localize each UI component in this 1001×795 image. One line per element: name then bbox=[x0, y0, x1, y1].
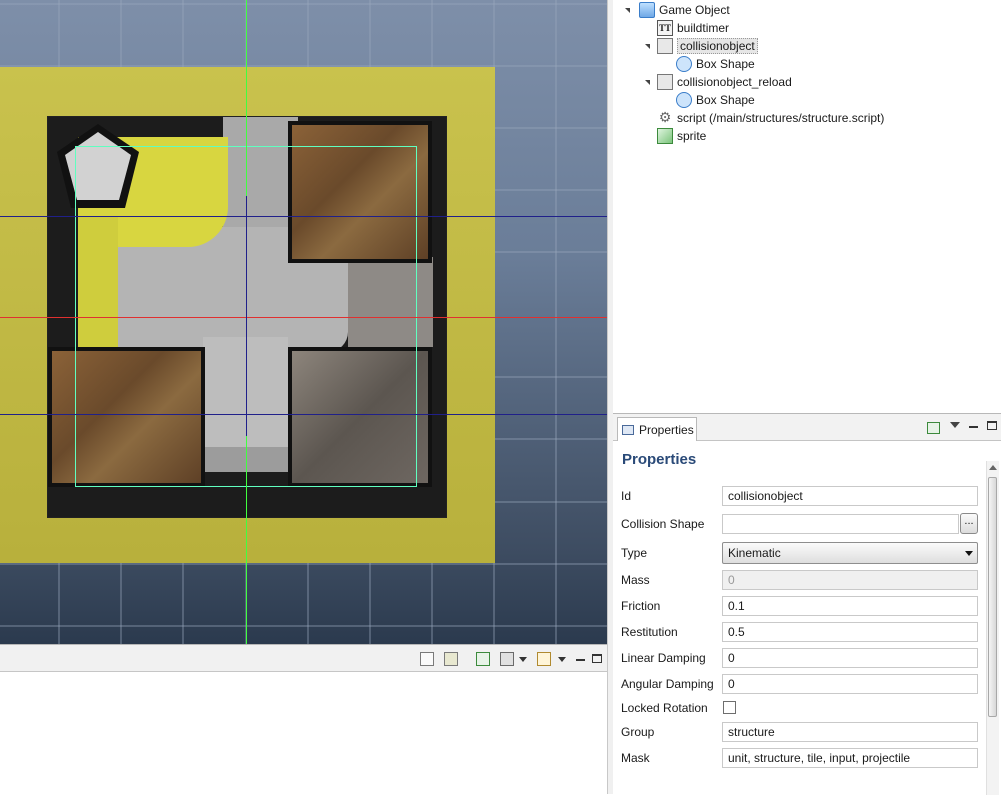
locked-rotation-label: Locked Rotation bbox=[621, 701, 708, 715]
tree-item-label: buildtimer bbox=[677, 21, 730, 35]
minimize-icon[interactable] bbox=[969, 426, 978, 428]
tree-item-collisionobject-reload[interactable]: collisionobject_reload bbox=[645, 73, 792, 91]
guide-line-top bbox=[0, 216, 607, 217]
tab-properties[interactable]: Properties bbox=[617, 417, 697, 441]
tab-label: Properties bbox=[639, 422, 694, 437]
group-label: Group bbox=[621, 725, 655, 739]
collision-shape-browse-button[interactable]: ... bbox=[960, 513, 978, 534]
sprite-icon bbox=[657, 128, 673, 144]
console-toolbar bbox=[0, 644, 607, 672]
minimize-icon[interactable] bbox=[576, 659, 585, 661]
id-label: Id bbox=[621, 489, 632, 503]
tree-item-label: script (/main/structures/structure.scrip… bbox=[677, 111, 885, 125]
scroll-up-icon[interactable] bbox=[989, 465, 997, 470]
maximize-icon[interactable] bbox=[987, 421, 997, 430]
angular-damping-field[interactable]: 0 bbox=[722, 674, 978, 694]
tree-collapse-icon[interactable] bbox=[645, 43, 650, 49]
properties-panel: Properties Properties Id collisionobject… bbox=[613, 413, 1001, 795]
properties-scrollbar[interactable] bbox=[986, 461, 999, 795]
clear-console-icon[interactable] bbox=[420, 652, 434, 666]
tree-item-collisionobject[interactable]: collisionobject bbox=[645, 37, 758, 55]
scene-viewport[interactable] bbox=[0, 0, 607, 644]
cube-icon bbox=[639, 2, 655, 18]
outline-panel: Game Object TT buildtimer collisionobjec… bbox=[613, 0, 1001, 413]
tree-item-sprite[interactable]: sprite bbox=[657, 127, 706, 145]
type-label: Type bbox=[621, 546, 648, 560]
box-shape-icon bbox=[676, 56, 692, 72]
collision-object-icon bbox=[657, 38, 673, 54]
box-shape-icon bbox=[676, 92, 692, 108]
pivot-vertical bbox=[246, 196, 247, 436]
friction-field[interactable]: 0.1 bbox=[722, 596, 978, 616]
scroll-lock-icon[interactable] bbox=[444, 652, 458, 666]
type-select[interactable]: Kinematic bbox=[722, 542, 978, 564]
open-console-icon[interactable] bbox=[537, 652, 551, 666]
restitution-label: Restitution bbox=[621, 625, 678, 639]
tree-item-label: collisionobject bbox=[677, 38, 758, 54]
view-menu-icon[interactable] bbox=[950, 422, 960, 428]
type-select-value: Kinematic bbox=[728, 546, 781, 560]
id-field[interactable]: collisionobject bbox=[722, 486, 978, 506]
guide-line-bottom bbox=[0, 414, 607, 415]
locked-rotation-checkbox[interactable] bbox=[723, 701, 736, 714]
tree-collapse-icon[interactable] bbox=[625, 7, 630, 13]
angular-damping-label: Angular Damping bbox=[621, 677, 714, 691]
console-panel bbox=[0, 644, 607, 794]
tree-collapse-icon[interactable] bbox=[645, 79, 650, 85]
collision-shape-label: Collision Shape bbox=[621, 517, 705, 531]
display-console-icon[interactable] bbox=[500, 652, 514, 666]
gear-icon: ⚙ bbox=[658, 110, 672, 126]
mass-field: 0 bbox=[722, 570, 978, 590]
mask-field[interactable]: unit, structure, tile, input, projectile bbox=[722, 748, 978, 768]
tree-item-buildtimer[interactable]: TT buildtimer bbox=[657, 19, 729, 37]
pin-console-icon[interactable] bbox=[476, 652, 490, 666]
tree-item-label: Box Shape bbox=[696, 93, 755, 107]
tree-item-game-object[interactable]: Game Object bbox=[625, 1, 730, 19]
maximize-icon[interactable] bbox=[592, 654, 602, 663]
restitution-field[interactable]: 0.5 bbox=[722, 622, 978, 642]
mask-label: Mask bbox=[621, 751, 650, 765]
friction-label: Friction bbox=[621, 599, 661, 613]
collision-shape-field[interactable] bbox=[722, 514, 959, 534]
tree-item-box-shape[interactable]: Box Shape bbox=[676, 91, 755, 109]
tree-item-label: sprite bbox=[677, 129, 707, 143]
open-console-dropdown-icon[interactable] bbox=[558, 657, 566, 662]
scrollbar-thumb[interactable] bbox=[988, 477, 997, 717]
text-tt-icon: TT bbox=[657, 20, 673, 36]
properties-title: Properties bbox=[622, 451, 697, 468]
chevron-down-icon bbox=[965, 551, 973, 556]
group-field[interactable]: structure bbox=[722, 722, 978, 742]
linear-damping-field[interactable]: 0 bbox=[722, 648, 978, 668]
collision-object-icon bbox=[657, 74, 673, 90]
x-axis-line bbox=[0, 317, 607, 318]
tree-item-script[interactable]: ⚙ script (/main/structures/structure.scr… bbox=[657, 109, 885, 127]
display-console-dropdown-icon[interactable] bbox=[519, 657, 527, 662]
tree-item-box-shape[interactable]: Box Shape bbox=[676, 55, 755, 73]
tree-item-label: Box Shape bbox=[696, 57, 755, 71]
tree-item-label: Game Object bbox=[659, 3, 730, 17]
mass-label: Mass bbox=[621, 573, 650, 587]
pin-properties-icon[interactable] bbox=[927, 422, 940, 434]
linear-damping-label: Linear Damping bbox=[621, 651, 706, 665]
properties-tabbar: Properties bbox=[613, 414, 1001, 441]
tree-item-label: collisionobject_reload bbox=[677, 75, 792, 89]
properties-tab-icon bbox=[622, 424, 634, 435]
